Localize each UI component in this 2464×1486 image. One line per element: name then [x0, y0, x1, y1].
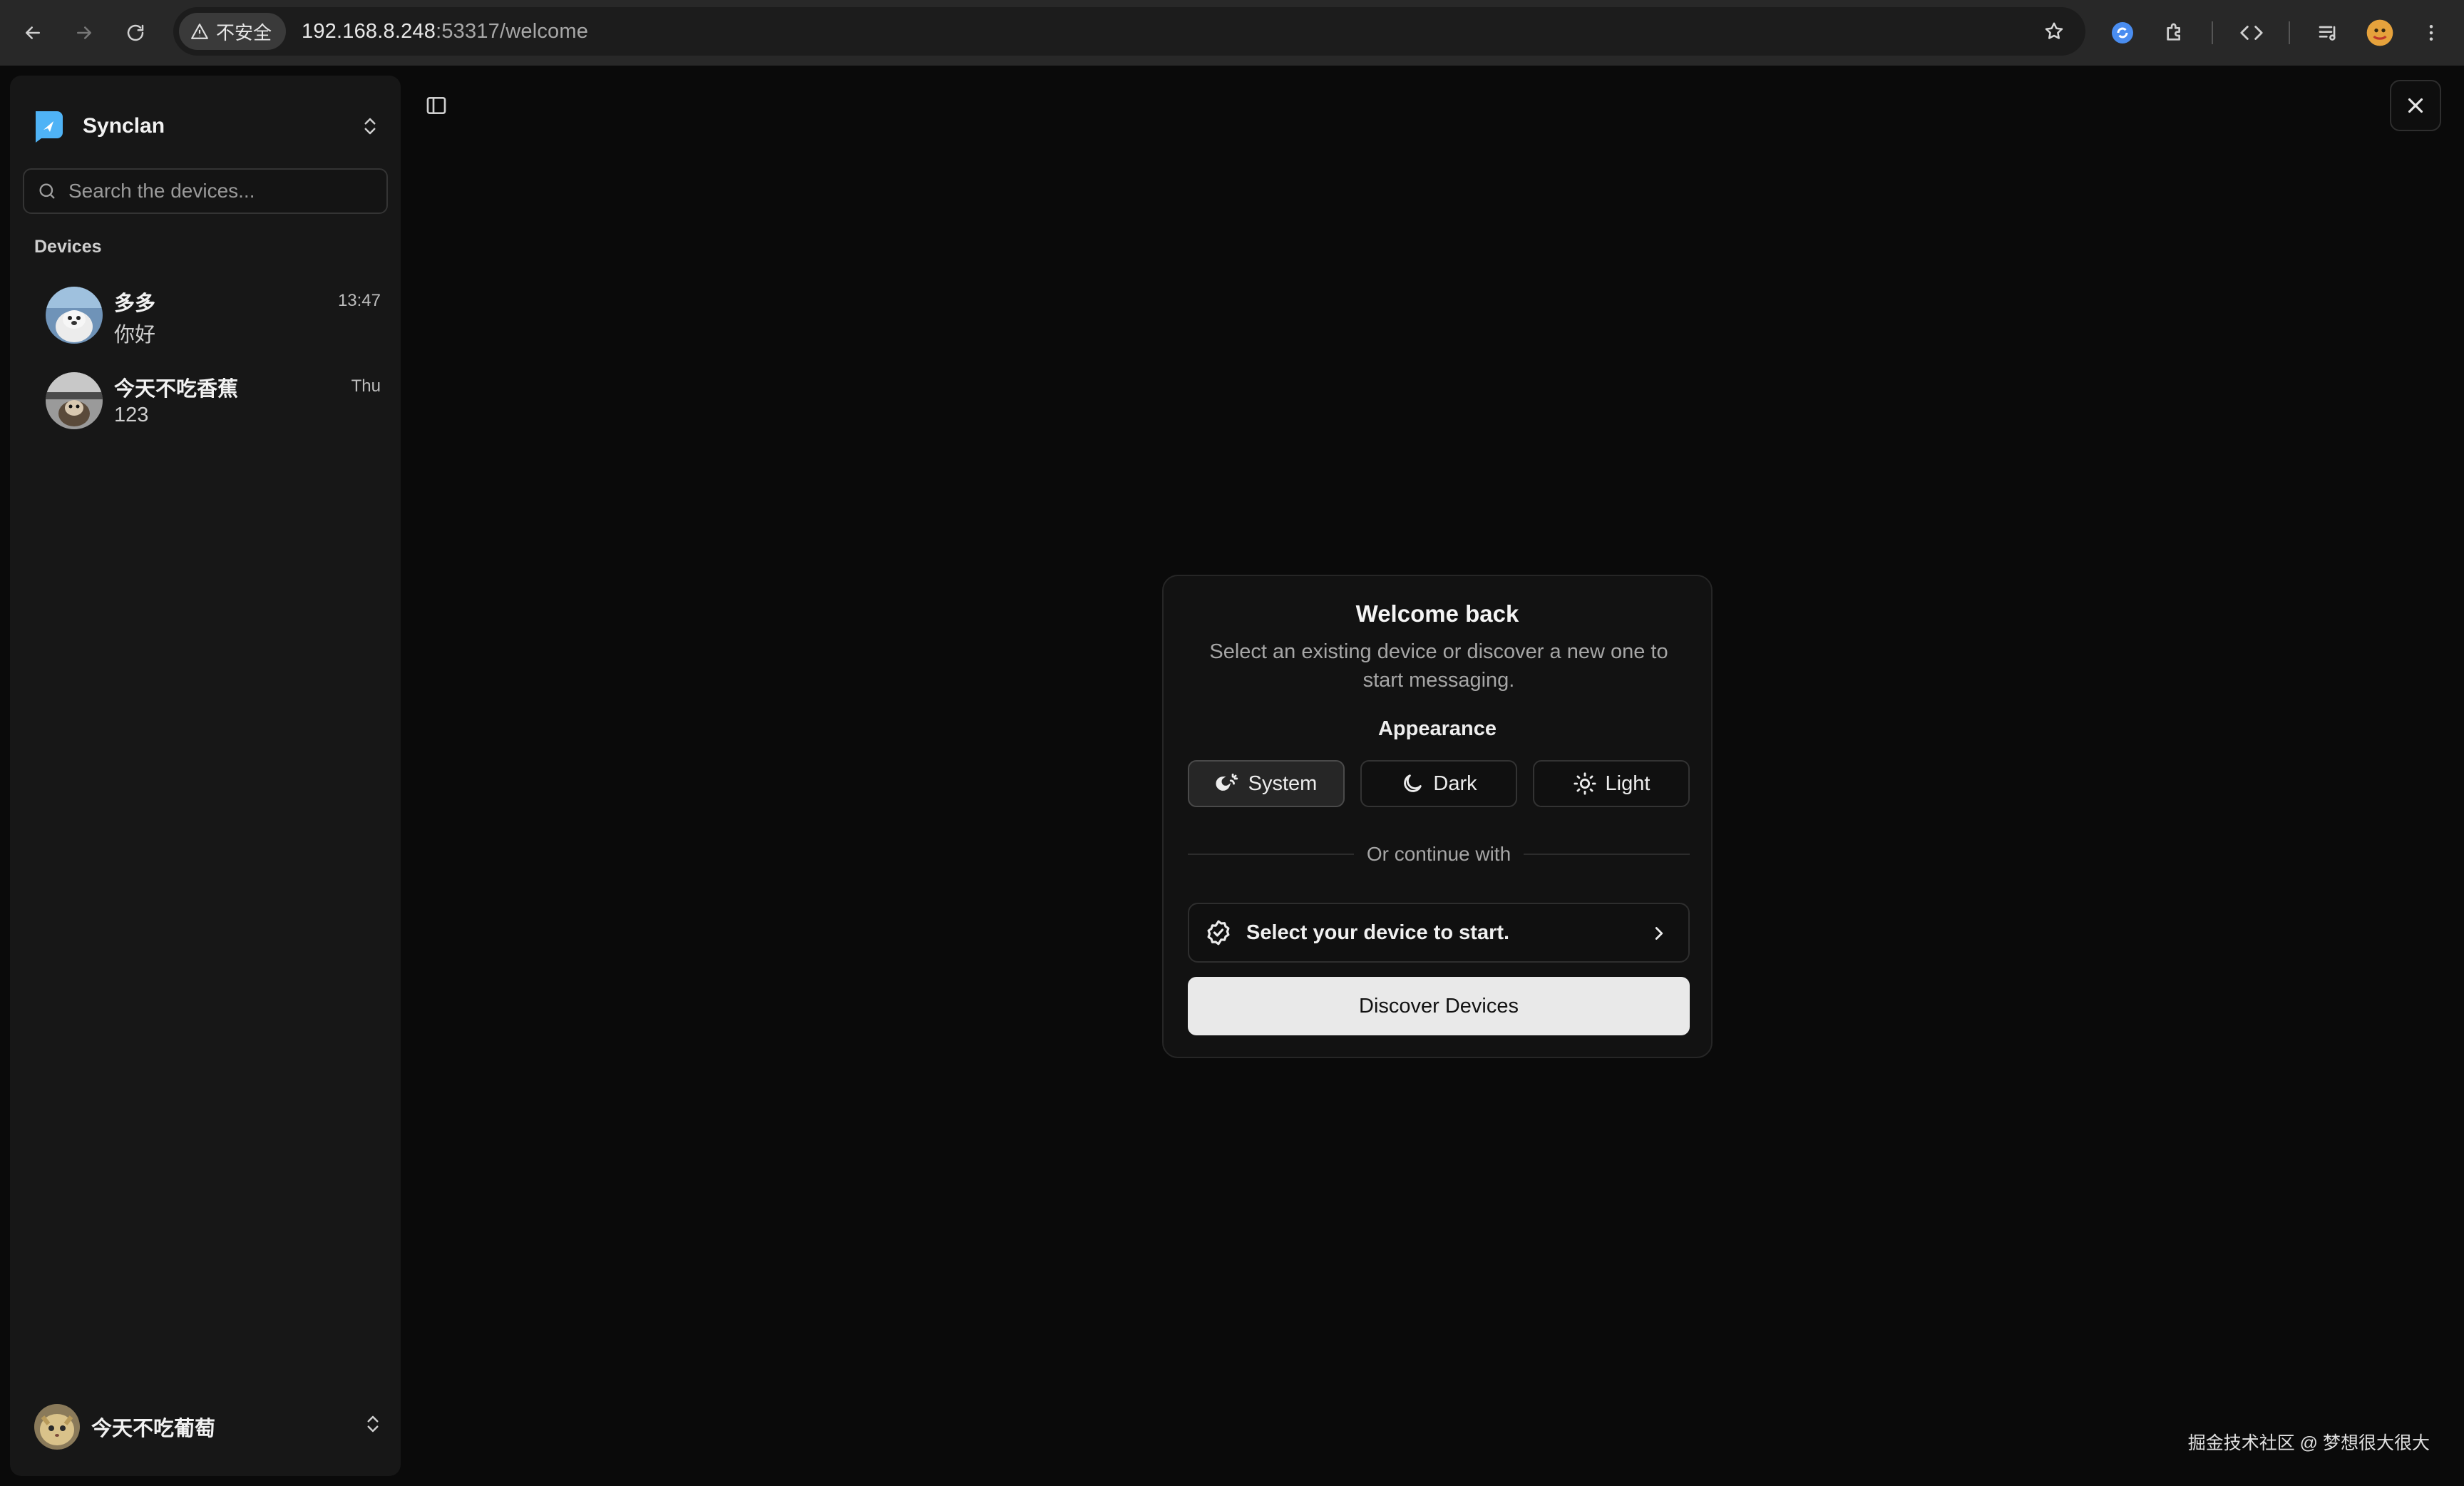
browser-menu-button[interactable] — [2411, 13, 2451, 53]
theme-label: Light — [1605, 772, 1651, 795]
chevron-right-icon — [1655, 927, 1663, 940]
device-time: 13:47 — [337, 291, 381, 310]
chevrons-up-down-icon — [364, 118, 376, 135]
dog-avatar-icon — [46, 287, 103, 344]
devtools-button[interactable] — [2232, 13, 2272, 53]
playlist-icon — [2319, 26, 2336, 41]
theme-label: System — [1248, 772, 1318, 795]
theme-system-button[interactable]: System — [1188, 760, 1345, 807]
device-last-message: 你好 — [114, 324, 156, 347]
divider-text: Or continue with — [1366, 843, 1511, 865]
device-time: Thu — [351, 376, 381, 396]
select-device-button[interactable]: Select your device to start. — [1188, 903, 1690, 963]
welcome-card: Welcome back Select an existing device o… — [1162, 575, 1713, 1058]
avatar — [46, 287, 103, 344]
url-host: 192.168.8.248 — [302, 19, 436, 43]
warning-icon — [191, 24, 208, 39]
extension-translate-button[interactable] — [2103, 13, 2142, 53]
device-search[interactable] — [23, 168, 388, 214]
welcome-title: Welcome back — [1355, 600, 1519, 627]
sidebar: Synclan Devices 多多 你好 13:47 — [10, 76, 401, 1476]
avatar — [46, 372, 103, 429]
device-item-duoduo[interactable]: 多多 你好 13:47 — [20, 278, 391, 357]
media-controls-button[interactable] — [2309, 13, 2348, 53]
profile-avatar-icon — [2366, 19, 2393, 46]
back-button[interactable] — [13, 13, 53, 53]
cat-avatar-icon — [46, 372, 103, 429]
divider-line — [1524, 854, 1690, 855]
arrow-right-icon — [77, 26, 91, 39]
current-user-switcher[interactable]: 今天不吃葡萄 — [34, 1402, 391, 1452]
toolbar-separator — [2289, 21, 2290, 44]
more-vertical-icon — [2429, 25, 2433, 41]
search-icon — [39, 183, 55, 199]
app-name: Synclan — [83, 114, 165, 138]
device-last-message: 123 — [114, 404, 149, 426]
app-switcher[interactable]: Synclan — [31, 101, 388, 151]
welcome-subtitle: Select an existing device or discover a … — [1209, 640, 1668, 692]
badge-check-icon — [1207, 920, 1230, 946]
extensions-button[interactable] — [2155, 13, 2194, 53]
url-text[interactable]: 192.168.8.248:53317/welcome — [302, 20, 588, 43]
reload-button[interactable] — [115, 13, 155, 53]
bookmark-button[interactable] — [2037, 14, 2071, 48]
divider-line — [1188, 854, 1354, 855]
theme-light-button[interactable]: Light — [1533, 760, 1690, 807]
security-label: 不安全 — [216, 21, 272, 43]
star-icon — [2045, 22, 2063, 39]
moon-icon — [1404, 774, 1422, 792]
address-bar[interactable]: 不安全 192.168.8.248:53317/welcome — [173, 7, 2085, 56]
discover-devices-button[interactable]: Discover Devices — [1188, 977, 1690, 1035]
device-name: 多多 — [114, 292, 156, 315]
sidebar-panel-icon — [426, 97, 446, 114]
theme-dark-button[interactable]: Dark — [1360, 760, 1517, 807]
site-security-chip[interactable]: 不安全 — [179, 13, 287, 50]
appearance-label: Appearance — [1377, 717, 1497, 740]
devices-section-label: Devices — [34, 237, 102, 257]
current-user-name: 今天不吃葡萄 — [91, 1418, 216, 1440]
chevrons-up-down-icon — [367, 1415, 379, 1433]
close-button[interactable] — [2390, 80, 2441, 131]
or-continue-divider: Or continue with — [1188, 840, 1690, 868]
sun-icon — [1573, 772, 1596, 795]
forward-button[interactable] — [64, 13, 104, 53]
puzzle-icon — [2167, 23, 2180, 41]
browser-toolbar: 不安全 192.168.8.248:53317/welcome — [0, 0, 2464, 66]
url-path: :53317/welcome — [436, 19, 589, 43]
close-icon — [2408, 98, 2423, 113]
device-name: 今天不吃香蕉 — [114, 378, 239, 401]
watermark-text: 掘金技术社区 @ 梦想很大很大 — [2187, 1433, 2430, 1453]
arrow-left-icon — [26, 26, 40, 39]
reload-icon — [127, 24, 144, 41]
cat-avatar-icon — [34, 1404, 80, 1450]
sun-moon-icon — [1216, 773, 1238, 791]
code-icon — [2240, 26, 2263, 40]
profile-button[interactable] — [2360, 13, 2400, 53]
user-avatar — [34, 1404, 80, 1450]
search-input[interactable] — [67, 177, 381, 205]
toolbar-separator — [2212, 21, 2213, 44]
translate-extension-icon — [2112, 22, 2133, 43]
theme-label: Dark — [1433, 772, 1477, 795]
select-device-label: Select your device to start. — [1246, 921, 1510, 944]
toggle-sidebar-button[interactable] — [419, 88, 453, 123]
device-item-banana[interactable]: 今天不吃香蕉 123 Thu — [20, 364, 391, 442]
synclan-logo-icon — [36, 111, 63, 143]
